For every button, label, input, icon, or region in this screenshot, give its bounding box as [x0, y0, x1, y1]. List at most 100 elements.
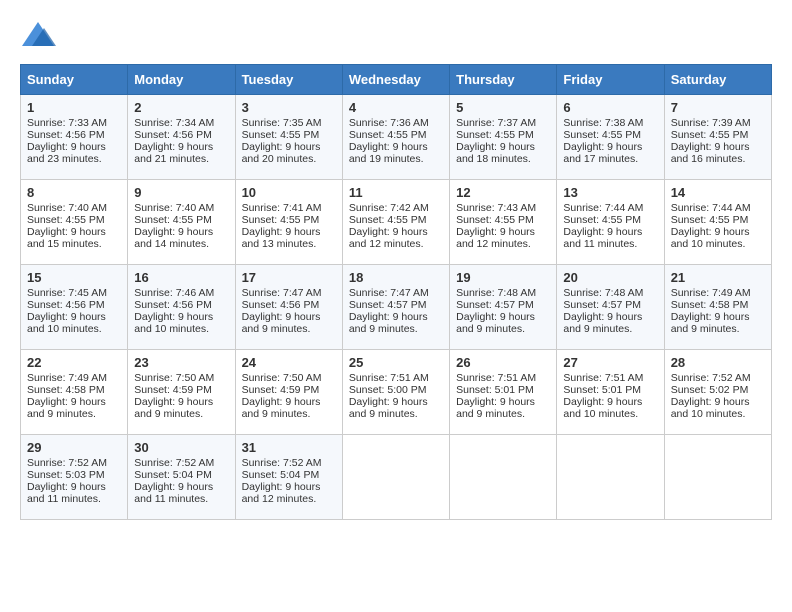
day-info: Sunrise: 7:40 AM	[27, 202, 121, 214]
day-info: and 10 minutes.	[563, 408, 657, 420]
calendar-cell: 24Sunrise: 7:50 AMSunset: 4:59 PMDayligh…	[235, 350, 342, 435]
calendar-cell: 21Sunrise: 7:49 AMSunset: 4:58 PMDayligh…	[664, 265, 771, 350]
day-number: 7	[671, 100, 765, 115]
day-info: Daylight: 9 hours	[27, 481, 121, 493]
day-info: and 19 minutes.	[349, 153, 443, 165]
calendar-cell	[557, 435, 664, 520]
day-info: Sunrise: 7:52 AM	[27, 457, 121, 469]
day-info: Sunrise: 7:42 AM	[349, 202, 443, 214]
calendar-cell: 11 Sunrise: 7:42 AMSunset: 4:55 PMDayligh…	[342, 180, 449, 265]
day-number: 19	[456, 270, 550, 285]
calendar-cell: 14Sunrise: 7:44 AMSunset: 4:55 PMDayligh…	[664, 180, 771, 265]
calendar-cell: 17Sunrise: 7:47 AMSunset: 4:56 PMDayligh…	[235, 265, 342, 350]
calendar-cell: 30Sunrise: 7:52 AMSunset: 5:04 PMDayligh…	[128, 435, 235, 520]
calendar-cell	[450, 435, 557, 520]
day-info: Sunrise: 7:41 AM	[242, 202, 336, 214]
calendar-cell: 23Sunrise: 7:50 AMSunset: 4:59 PMDayligh…	[128, 350, 235, 435]
day-info: Daylight: 9 hours	[563, 311, 657, 323]
day-number: 13	[563, 185, 657, 200]
day-info: and 11 minutes.	[134, 493, 228, 505]
day-info: and 9 minutes.	[242, 323, 336, 335]
day-info: Daylight: 9 hours	[671, 396, 765, 408]
day-info: and 12 minutes.	[349, 238, 443, 250]
day-info: Sunset: 4:58 PM	[671, 299, 765, 311]
calendar-cell: 2Sunrise: 7:34 AMSunset: 4:56 PMDaylight…	[128, 95, 235, 180]
day-info: and 12 minutes.	[242, 493, 336, 505]
day-info: Sunset: 4:55 PM	[563, 214, 657, 226]
calendar-cell: 27Sunrise: 7:51 AMSunset: 5:01 PMDayligh…	[557, 350, 664, 435]
day-info: Daylight: 9 hours	[456, 141, 550, 153]
day-number: 11	[349, 185, 443, 200]
day-info: Sunset: 4:55 PM	[134, 214, 228, 226]
day-number: 28	[671, 355, 765, 370]
day-info: Sunrise: 7:33 AM	[27, 117, 121, 129]
day-info: and 9 minutes.	[671, 323, 765, 335]
day-info: Sunrise: 7:51 AM	[349, 372, 443, 384]
day-info: Sunrise: 7:51 AM	[563, 372, 657, 384]
day-info: Sunrise: 7:52 AM	[134, 457, 228, 469]
day-info: and 13 minutes.	[242, 238, 336, 250]
day-info: Sunrise: 7:49 AM	[27, 372, 121, 384]
day-info: Daylight: 9 hours	[134, 311, 228, 323]
day-info: and 10 minutes.	[27, 323, 121, 335]
day-info: Daylight: 9 hours	[349, 311, 443, 323]
day-number: 26	[456, 355, 550, 370]
day-info: Daylight: 9 hours	[27, 311, 121, 323]
day-number: 22	[27, 355, 121, 370]
day-info: Sunset: 4:55 PM	[456, 214, 550, 226]
day-info: Daylight: 9 hours	[349, 396, 443, 408]
day-info: Daylight: 9 hours	[134, 396, 228, 408]
day-info: Daylight: 9 hours	[563, 396, 657, 408]
day-info: Sunset: 4:56 PM	[242, 299, 336, 311]
day-number: 20	[563, 270, 657, 285]
day-info: Sunset: 5:00 PM	[349, 384, 443, 396]
day-info: Sunrise: 7:38 AM	[563, 117, 657, 129]
day-info: and 20 minutes.	[242, 153, 336, 165]
day-info: and 15 minutes.	[27, 238, 121, 250]
day-info: Daylight: 9 hours	[563, 141, 657, 153]
day-info: Sunset: 4:57 PM	[456, 299, 550, 311]
calendar-cell: 1Sunrise: 7:33 AMSunset: 4:56 PMDaylight…	[21, 95, 128, 180]
day-info: Daylight: 9 hours	[671, 226, 765, 238]
day-info: and 23 minutes.	[27, 153, 121, 165]
day-number: 17	[242, 270, 336, 285]
calendar-cell: 7Sunrise: 7:39 AMSunset: 4:55 PMDaylight…	[664, 95, 771, 180]
day-info: Sunrise: 7:50 AM	[134, 372, 228, 384]
day-info: and 16 minutes.	[671, 153, 765, 165]
calendar-table: SundayMondayTuesdayWednesdayThursdayFrid…	[20, 64, 772, 520]
day-info: Daylight: 9 hours	[671, 141, 765, 153]
day-info: Sunset: 4:55 PM	[349, 214, 443, 226]
calendar-cell: 10Sunrise: 7:41 AMSunset: 4:55 PMDayligh…	[235, 180, 342, 265]
day-info: Daylight: 9 hours	[349, 226, 443, 238]
day-info: Sunrise: 7:34 AM	[134, 117, 228, 129]
day-info: Sunrise: 7:52 AM	[671, 372, 765, 384]
calendar-cell: 25Sunrise: 7:51 AMSunset: 5:00 PMDayligh…	[342, 350, 449, 435]
day-info: Daylight: 9 hours	[134, 141, 228, 153]
day-number: 24	[242, 355, 336, 370]
calendar-cell: 15Sunrise: 7:45 AMSunset: 4:56 PMDayligh…	[21, 265, 128, 350]
calendar-cell: 12Sunrise: 7:43 AMSunset: 4:55 PMDayligh…	[450, 180, 557, 265]
day-info: Sunrise: 7:46 AM	[134, 287, 228, 299]
day-info: Daylight: 9 hours	[456, 226, 550, 238]
calendar-cell: 5Sunrise: 7:37 AMSunset: 4:55 PMDaylight…	[450, 95, 557, 180]
day-info: Sunset: 4:55 PM	[349, 129, 443, 141]
day-number: 6	[563, 100, 657, 115]
day-info: and 9 minutes.	[242, 408, 336, 420]
calendar-cell: 22Sunrise: 7:49 AMSunset: 4:58 PMDayligh…	[21, 350, 128, 435]
day-number: 1	[27, 100, 121, 115]
day-info: Daylight: 9 hours	[27, 226, 121, 238]
day-info: Sunset: 4:55 PM	[671, 129, 765, 141]
day-info: Sunrise: 7:52 AM	[242, 457, 336, 469]
day-info: Sunrise: 7:47 AM	[349, 287, 443, 299]
day-info: and 11 minutes.	[563, 238, 657, 250]
calendar-cell: 19Sunrise: 7:48 AMSunset: 4:57 PMDayligh…	[450, 265, 557, 350]
day-info: Sunrise: 7:44 AM	[671, 202, 765, 214]
day-info: Sunrise: 7:40 AM	[134, 202, 228, 214]
day-info: and 18 minutes.	[456, 153, 550, 165]
calendar-cell	[664, 435, 771, 520]
calendar-cell: 29Sunrise: 7:52 AMSunset: 5:03 PMDayligh…	[21, 435, 128, 520]
day-info: Daylight: 9 hours	[242, 226, 336, 238]
day-info: Sunset: 5:04 PM	[242, 469, 336, 481]
day-info: Sunset: 4:59 PM	[242, 384, 336, 396]
day-info: Sunset: 4:55 PM	[242, 129, 336, 141]
